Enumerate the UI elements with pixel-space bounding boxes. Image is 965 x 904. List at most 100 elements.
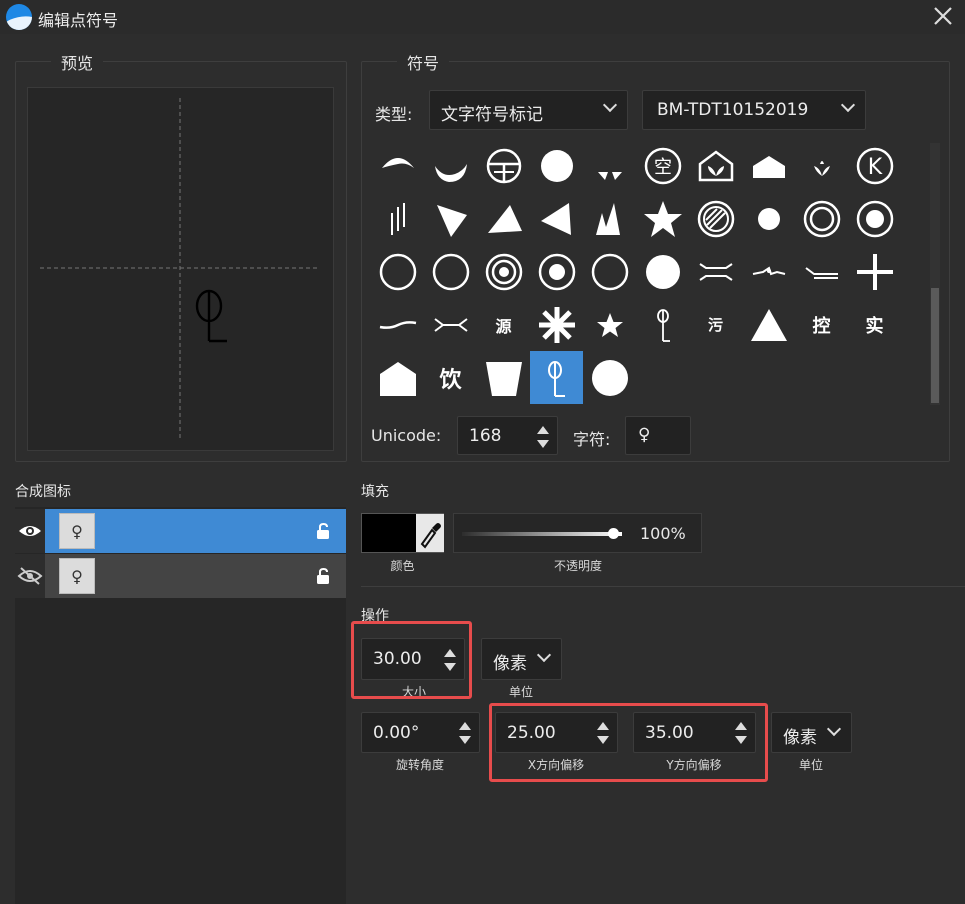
symbol-cell[interactable] — [636, 192, 689, 245]
symbol-cell[interactable] — [371, 351, 424, 404]
symbol-cell-selected[interactable] — [530, 351, 583, 404]
triangle-down-icon — [436, 204, 467, 237]
symbol-grid-scrollbar[interactable] — [930, 143, 940, 405]
unicode-spinbox[interactable]: 168 — [457, 416, 558, 455]
symbol-cell[interactable] — [636, 298, 689, 351]
symbol-cell[interactable] — [742, 139, 795, 192]
offset-unit-value: 像素 — [783, 728, 817, 748]
eyedropper-icon — [420, 523, 441, 549]
symbol-cell[interactable] — [424, 245, 477, 298]
symbol-cell[interactable] — [371, 298, 424, 351]
symbol-cell[interactable] — [424, 139, 477, 192]
symbol-cell[interactable] — [424, 192, 477, 245]
layer-eye-toggle[interactable] — [15, 509, 45, 553]
symbol-cell[interactable] — [371, 245, 424, 298]
filled-circle-icon — [540, 149, 573, 182]
spinner-arrows-icon[interactable] — [444, 649, 456, 671]
symbol-cell[interactable] — [742, 298, 795, 351]
offset-unit-dropdown[interactable]: 像素 — [771, 712, 852, 753]
symbol-cell[interactable] — [424, 298, 477, 351]
ring-dot-icon — [856, 200, 893, 237]
symbol-cell[interactable] — [848, 192, 901, 245]
scrollbar-thumb[interactable] — [931, 288, 939, 403]
spinner-arrows-icon[interactable] — [459, 722, 471, 744]
symbol-cell[interactable]: 实 — [848, 298, 901, 351]
color-picker-button[interactable] — [416, 514, 444, 552]
symbol-cell[interactable] — [689, 139, 742, 192]
symbol-cell[interactable] — [742, 245, 795, 298]
filled-circle-icon — [591, 359, 628, 396]
y-offset-spinbox[interactable]: 35.00 — [633, 712, 756, 753]
unlock-icon[interactable] — [315, 567, 333, 585]
symbol-cell[interactable] — [583, 245, 636, 298]
svg-text:K: K — [867, 155, 882, 180]
symbol-cell[interactable] — [636, 245, 689, 298]
layer-row[interactable]: ♀ — [15, 554, 346, 598]
symbol-cell[interactable] — [530, 245, 583, 298]
rotation-spinbox[interactable]: 0.00° — [361, 712, 480, 753]
sprout-icon — [813, 160, 830, 176]
symbol-cell[interactable] — [530, 192, 583, 245]
symbol-cell[interactable] — [477, 245, 530, 298]
spinner-arrows-icon[interactable] — [597, 722, 609, 744]
symbol-cell[interactable]: 饮 — [424, 351, 477, 404]
spinner-arrows-icon[interactable] — [735, 722, 747, 744]
symbol-cell[interactable]: 源 — [477, 298, 530, 351]
split-wedge-icon — [597, 171, 622, 180]
opacity-slider[interactable] — [462, 532, 622, 536]
symbol-cell[interactable] — [583, 298, 636, 351]
symbol-cell[interactable]: 空 — [636, 139, 689, 192]
opacity-label: 不透明度 — [553, 559, 602, 573]
symbol-cell[interactable] — [530, 139, 583, 192]
divider — [361, 586, 965, 587]
symbol-cell[interactable] — [371, 139, 424, 192]
unlock-icon[interactable] — [315, 522, 333, 540]
symbol-cell[interactable] — [689, 192, 742, 245]
close-icon — [934, 7, 952, 25]
symbol-title: 符号 — [397, 50, 450, 74]
char-field[interactable]: ♀ — [625, 416, 691, 455]
eye-hidden-icon — [17, 567, 43, 585]
close-button[interactable] — [930, 3, 956, 29]
layers-title: 合成图标 — [15, 484, 71, 500]
opacity-slider-handle[interactable] — [608, 528, 619, 539]
symbol-cell[interactable] — [848, 245, 901, 298]
symbol-cell[interactable]: 控 — [795, 298, 848, 351]
size-unit-dropdown[interactable]: 像素 — [481, 638, 562, 680]
font-dropdown[interactable]: BM-TDT10152019 — [642, 90, 866, 130]
opacity-value: 100% — [640, 524, 686, 543]
char-value: ♀ — [638, 425, 651, 445]
symbol-cell[interactable] — [795, 139, 848, 192]
symbol-cell[interactable] — [583, 351, 636, 404]
type-dropdown[interactable]: 文字符号标记 — [429, 90, 628, 130]
symbol-cell[interactable] — [530, 298, 583, 351]
chevron-down-icon — [840, 97, 856, 113]
vertical-lines-icon — [390, 202, 405, 235]
symbol-cell[interactable]: 污 — [689, 298, 742, 351]
preview-canvas — [27, 87, 334, 451]
color-swatch-group[interactable] — [361, 513, 444, 553]
layer-row[interactable]: ♀ — [15, 509, 346, 553]
symbol-cell[interactable] — [795, 192, 848, 245]
size-spinbox[interactable]: 30.00 — [361, 638, 465, 680]
symbol-cell[interactable] — [742, 192, 795, 245]
open-circle-icon — [591, 253, 628, 290]
symbol-cell[interactable]: K — [848, 139, 901, 192]
symbol-text-yuan: 源 — [495, 316, 512, 336]
symbol-cell[interactable] — [795, 245, 848, 298]
triangle-right-icon — [487, 204, 522, 233]
x-offset-spinbox[interactable]: 25.00 — [495, 712, 618, 753]
symbol-cell[interactable] — [371, 192, 424, 245]
font-dropdown-value: BM-TDT10152019 — [657, 100, 809, 120]
symbol-cell[interactable] — [583, 192, 636, 245]
opacity-control: 100% — [453, 513, 702, 553]
symbol-cell[interactable] — [477, 192, 530, 245]
spinner-arrows-icon[interactable] — [537, 426, 549, 448]
rotation-value: 0.00° — [373, 723, 420, 743]
symbol-cell[interactable] — [477, 351, 530, 404]
layer-eye-toggle[interactable] — [15, 554, 45, 598]
symbol-cell[interactable] — [583, 139, 636, 192]
symbol-cell[interactable] — [477, 139, 530, 192]
wave-trough-icon — [434, 163, 467, 182]
symbol-cell[interactable] — [689, 245, 742, 298]
